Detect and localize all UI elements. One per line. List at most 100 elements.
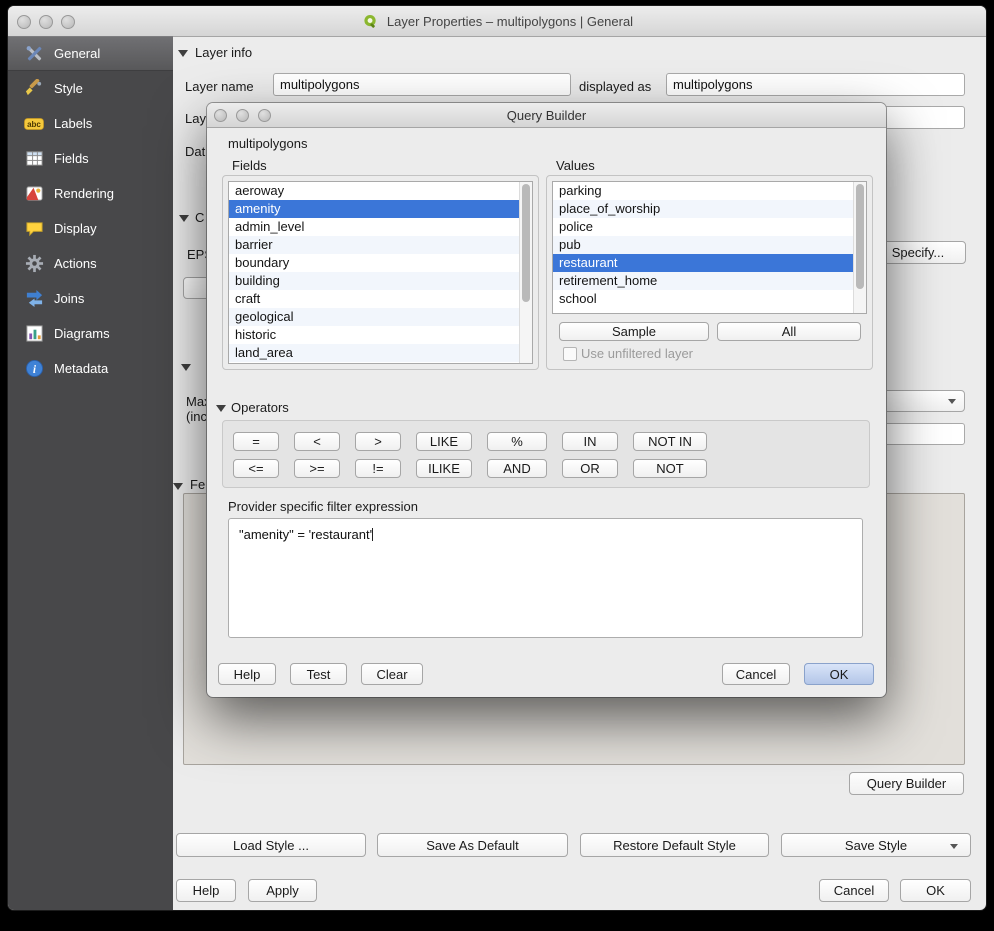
text-cursor bbox=[372, 528, 373, 541]
restore-default-style-button[interactable]: Restore Default Style bbox=[580, 833, 769, 857]
list-item[interactable]: place_of_worship bbox=[553, 200, 854, 218]
general-icon bbox=[24, 44, 44, 64]
list-item[interactable]: parking bbox=[553, 182, 854, 200]
list-item[interactable]: school bbox=[553, 290, 854, 308]
sidebar-item-label: General bbox=[54, 46, 100, 61]
filter-expression-input[interactable]: "amenity" = 'restaurant' bbox=[228, 518, 863, 638]
operator-button[interactable]: = bbox=[233, 432, 279, 451]
gear-icon bbox=[24, 254, 44, 274]
ok-button[interactable]: OK bbox=[900, 879, 971, 902]
list-item-selected[interactable]: amenity bbox=[229, 200, 520, 218]
sidebar-item-rendering[interactable]: Rendering bbox=[8, 176, 173, 211]
operator-button[interactable]: NOT IN bbox=[633, 432, 707, 451]
help-button[interactable]: Help bbox=[218, 663, 276, 685]
list-item[interactable]: geological bbox=[229, 308, 520, 326]
list-item[interactable]: retirement_home bbox=[553, 272, 854, 290]
chevron-down-icon bbox=[950, 844, 958, 849]
cancel-button[interactable]: Cancel bbox=[722, 663, 790, 685]
help-button[interactable]: Help bbox=[176, 879, 236, 902]
cancel-button[interactable]: Cancel bbox=[819, 879, 889, 902]
all-button[interactable]: All bbox=[717, 322, 861, 341]
rendering-icon bbox=[24, 184, 44, 204]
sidebar-item-general[interactable]: General bbox=[8, 36, 173, 71]
list-item[interactable]: aeroway bbox=[229, 182, 520, 200]
operators-disclosure-icon[interactable] bbox=[216, 405, 226, 412]
ok-button[interactable]: OK bbox=[804, 663, 874, 685]
sidebar-item-style[interactable]: Style bbox=[8, 71, 173, 106]
sidebar-item-label: Rendering bbox=[54, 186, 114, 201]
dialog-title: Query Builder bbox=[507, 108, 586, 123]
list-item[interactable]: pub bbox=[553, 236, 854, 254]
sidebar-item-label: Joins bbox=[54, 291, 84, 306]
sidebar-item-display[interactable]: Display bbox=[8, 211, 173, 246]
window-title: Layer Properties – multipolygons | Gener… bbox=[387, 14, 633, 29]
sidebar-item-metadata[interactable]: i Metadata bbox=[8, 351, 173, 386]
use-unfiltered-label: Use unfiltered layer bbox=[581, 346, 693, 361]
load-style-button[interactable]: Load Style ... bbox=[176, 833, 366, 857]
sidebar-item-joins[interactable]: Joins bbox=[8, 281, 173, 316]
layer-info-disclosure-icon[interactable] bbox=[178, 50, 188, 57]
list-item[interactable]: building bbox=[229, 272, 520, 290]
sidebar-item-label: Metadata bbox=[54, 361, 108, 376]
bar-chart-icon bbox=[24, 324, 44, 344]
operator-button[interactable]: > bbox=[355, 432, 401, 451]
list-item[interactable]: historic bbox=[229, 326, 520, 344]
save-style-button[interactable]: Save Style bbox=[781, 833, 971, 857]
filter-expression-label: Provider specific filter expression bbox=[228, 499, 418, 515]
layer-info-header: Layer info bbox=[195, 45, 252, 61]
scrollbar[interactable] bbox=[853, 182, 866, 313]
sidebar: General Style abc Labels Fields Renderin… bbox=[8, 36, 173, 910]
list-item-selected[interactable]: restaurant bbox=[553, 254, 854, 272]
list-item[interactable]: boundary bbox=[229, 254, 520, 272]
operator-button[interactable]: NOT bbox=[633, 459, 707, 478]
operator-button[interactable]: ILIKE bbox=[416, 459, 472, 478]
operator-button[interactable]: AND bbox=[487, 459, 547, 478]
operators-box: = < > LIKE % IN NOT IN <= >= != ILIKE AN… bbox=[222, 420, 870, 488]
feature-subset-disclosure-icon[interactable] bbox=[173, 483, 183, 490]
operator-button[interactable]: != bbox=[355, 459, 401, 478]
use-unfiltered-checkbox[interactable] bbox=[563, 347, 577, 361]
list-item[interactable]: craft bbox=[229, 290, 520, 308]
sidebar-item-diagrams[interactable]: Diagrams bbox=[8, 316, 173, 351]
join-arrows-icon bbox=[24, 289, 44, 309]
operator-button[interactable]: >= bbox=[294, 459, 340, 478]
scrollbar[interactable] bbox=[519, 182, 532, 363]
save-as-default-button[interactable]: Save As Default bbox=[377, 833, 568, 857]
list-item[interactable]: admin_level bbox=[229, 218, 520, 236]
sidebar-item-labels[interactable]: abc Labels bbox=[8, 106, 173, 141]
layer-name-input[interactable] bbox=[273, 73, 571, 96]
list-item[interactable]: police bbox=[553, 218, 854, 236]
crs-disclosure-icon[interactable] bbox=[179, 215, 189, 222]
dialog-titlebar: Query Builder bbox=[207, 103, 886, 128]
layer-source-label: Lay bbox=[185, 111, 206, 127]
sidebar-item-label: Diagrams bbox=[54, 326, 110, 341]
sidebar-item-label: Actions bbox=[54, 256, 97, 271]
operator-button[interactable]: IN bbox=[562, 432, 618, 451]
fields-list: aeroway amenity admin_level barrier boun… bbox=[228, 181, 533, 364]
operator-button[interactable]: LIKE bbox=[416, 432, 472, 451]
apply-button[interactable]: Apply bbox=[248, 879, 317, 902]
chevron-down-icon bbox=[948, 399, 956, 404]
sidebar-item-fields[interactable]: Fields bbox=[8, 141, 173, 176]
clear-button[interactable]: Clear bbox=[361, 663, 423, 685]
layer-name-label: Layer name bbox=[185, 79, 254, 95]
operator-button[interactable]: <= bbox=[233, 459, 279, 478]
operator-button[interactable]: % bbox=[487, 432, 547, 451]
operator-button[interactable]: < bbox=[294, 432, 340, 451]
scale-section-disclosure-icon[interactable] bbox=[181, 364, 191, 371]
test-button[interactable]: Test bbox=[290, 663, 347, 685]
values-label: Values bbox=[556, 158, 595, 174]
qgis-logo-icon bbox=[361, 13, 381, 29]
abc-tag-icon: abc bbox=[24, 114, 44, 134]
save-style-label: Save Style bbox=[845, 838, 907, 853]
list-item[interactable]: land_area bbox=[229, 344, 520, 362]
sample-button[interactable]: Sample bbox=[559, 322, 709, 341]
query-builder-button[interactable]: Query Builder bbox=[849, 772, 964, 795]
inclusive-label: (inc bbox=[186, 409, 207, 425]
sidebar-item-label: Fields bbox=[54, 151, 89, 166]
sidebar-item-actions[interactable]: Actions bbox=[8, 246, 173, 281]
list-item[interactable]: barrier bbox=[229, 236, 520, 254]
operator-button[interactable]: OR bbox=[562, 459, 618, 478]
query-builder-dialog: Query Builder multipolygons Fields aerow… bbox=[207, 103, 886, 697]
displayed-as-input[interactable] bbox=[666, 73, 965, 96]
